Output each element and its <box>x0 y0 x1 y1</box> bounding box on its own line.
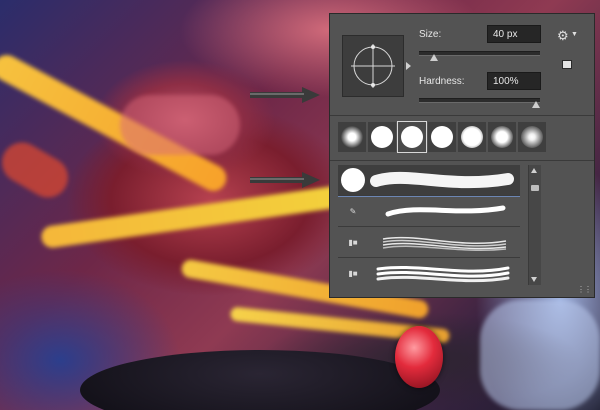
list-item[interactable] <box>338 165 520 197</box>
list-item[interactable]: ▮■ <box>338 227 520 258</box>
brush-preset-panel: Size: 40 px Hardness: 100% ⚙ ▼ ✎ ▮■ ▮■ ⋮… <box>329 13 595 298</box>
brush-tip[interactable] <box>458 122 486 152</box>
pointer-arrow-icon <box>250 87 320 103</box>
brush-tip-strip <box>338 121 548 156</box>
brush-preset-list: ✎ ▮■ ▮■ <box>338 165 520 285</box>
pen-brush-icon: ✎ <box>349 206 357 216</box>
brush-stroke-preview <box>368 258 520 285</box>
hardness-slider-thumb[interactable] <box>532 101 540 108</box>
size-slider-thumb[interactable] <box>429 54 438 61</box>
size-label: Size: <box>419 29 442 40</box>
brush-stroke-preview <box>368 165 520 195</box>
divider <box>330 160 594 161</box>
brush-tip[interactable] <box>368 122 396 152</box>
list-item[interactable]: ▮■ <box>338 258 520 285</box>
pointer-arrow-icon <box>250 172 320 188</box>
scroll-up-icon[interactable] <box>531 168 537 173</box>
preset-scrollbar[interactable] <box>528 165 541 285</box>
brush-tip[interactable] <box>488 122 516 152</box>
red-gem <box>395 326 443 388</box>
resize-grip-icon[interactable]: ⋮⋮ <box>577 285 592 294</box>
preview-arrow-icon <box>406 62 411 70</box>
hardness-slider[interactable] <box>419 98 540 103</box>
scroll-down-icon[interactable] <box>531 277 537 282</box>
brush-roundness-icon[interactable] <box>343 36 403 96</box>
brush-stroke-preview <box>368 196 520 226</box>
scroll-thumb[interactable] <box>531 185 539 191</box>
gear-icon[interactable]: ⚙ <box>557 28 569 44</box>
new-preset-icon[interactable] <box>562 60 572 69</box>
hardness-field[interactable]: 100% <box>487 72 541 90</box>
divider <box>330 115 594 116</box>
brush-tip[interactable] <box>518 122 546 152</box>
brush-tip[interactable] <box>338 122 366 152</box>
size-field[interactable]: 40 px <box>487 25 541 43</box>
brush-stroke-preview <box>368 227 520 257</box>
round-brush-icon <box>338 165 368 195</box>
chevron-down-icon[interactable]: ▼ <box>571 31 578 38</box>
brush-tip[interactable] <box>428 122 456 152</box>
brush-tip-selected[interactable] <box>397 121 427 153</box>
hardness-label: Hardness: <box>419 76 465 87</box>
list-item[interactable]: ✎ <box>338 196 520 227</box>
bristle-brush-icon: ▮■ <box>348 268 358 278</box>
bristle-brush-icon: ▮■ <box>348 237 358 247</box>
brush-angle-preview[interactable] <box>342 35 404 97</box>
